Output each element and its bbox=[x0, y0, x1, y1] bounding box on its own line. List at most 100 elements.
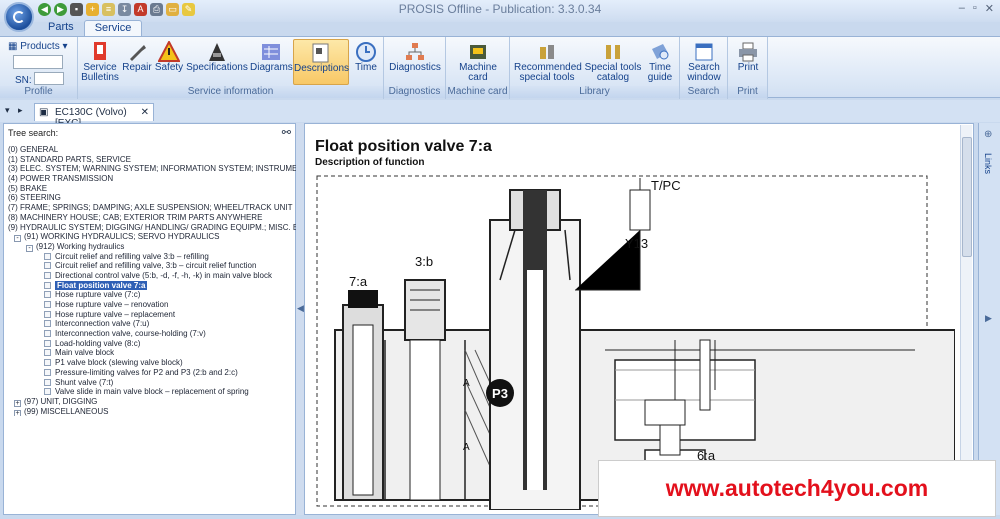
tree-item[interactable]: (3) ELEC. SYSTEM; WARNING SYSTEM; INFORM… bbox=[8, 164, 296, 174]
expander-icon[interactable]: + bbox=[14, 399, 21, 407]
hydraulic-diagram: P3 T/PC Y13 7:a 3:b A A 6:a bbox=[316, 175, 955, 510]
folder-icon[interactable]: ▭ bbox=[166, 3, 179, 16]
tree-item[interactable]: Directional control valve (5:b, -d, -f, … bbox=[8, 271, 296, 281]
time-button[interactable]: Time bbox=[351, 39, 381, 85]
tree-item[interactable]: Circuit relief and refilling valve, 3:b … bbox=[8, 261, 296, 271]
machine-card-button[interactable]: Machine card bbox=[452, 39, 504, 85]
app-menu-button[interactable] bbox=[4, 2, 34, 32]
tree-item[interactable]: (6) STEERING bbox=[8, 193, 296, 203]
expand-right-icon[interactable]: ▶ bbox=[985, 313, 992, 324]
add-icon[interactable]: + bbox=[86, 3, 99, 16]
close-tab-icon[interactable]: ✕ bbox=[141, 107, 149, 118]
group-machine-card: Machine card Machine card bbox=[446, 37, 510, 99]
tree-item[interactable]: (5) BRAKE bbox=[8, 184, 296, 194]
tree-item[interactable]: Hose rupture valve – replacement bbox=[8, 310, 296, 320]
tree-item[interactable]: (0) GENERAL bbox=[8, 145, 296, 155]
diagnostics-button[interactable]: Diagnostics bbox=[388, 39, 442, 85]
tree-item[interactable]: (8) MACHINERY HOUSE; CAB; EXTERIOR TRIM … bbox=[8, 213, 296, 223]
export-icon[interactable]: ↧ bbox=[118, 3, 131, 16]
tree-item[interactable]: (9) HYDRAULIC SYSTEM; DIGGING/ HANDLING/… bbox=[8, 223, 296, 233]
descriptions-button[interactable]: Descriptions bbox=[293, 39, 349, 85]
group-label-diagnostics: Diagnostics bbox=[384, 86, 445, 98]
panel-splitter[interactable]: ◀ bbox=[296, 123, 304, 515]
machine-tab-icon: ▣ bbox=[39, 107, 49, 118]
tree-item-label: Circuit relief and refilling valve, 3:b … bbox=[55, 261, 257, 271]
collapse-left-icon[interactable]: ◀ bbox=[297, 303, 304, 314]
document-icon bbox=[44, 349, 51, 357]
group-diagnostics: Diagnostics Diagnostics bbox=[384, 37, 446, 99]
links-tab[interactable]: Links bbox=[983, 153, 993, 174]
tree-item[interactable]: + (97) UNIT, DIGGING bbox=[8, 397, 296, 407]
group-label-profile: Profile bbox=[0, 86, 77, 98]
back-icon[interactable]: ◀ bbox=[38, 3, 51, 16]
print-button[interactable]: Print bbox=[732, 39, 764, 85]
service-bulletins-button[interactable]: Service Bulletins bbox=[80, 39, 120, 85]
tree-item-label: (5) BRAKE bbox=[8, 183, 48, 193]
tree-item[interactable]: Main valve block bbox=[8, 348, 296, 358]
time-guide-button[interactable]: Time guide bbox=[644, 39, 676, 85]
tree-item-label: Hose rupture valve – replacement bbox=[55, 309, 176, 319]
expander-icon[interactable]: - bbox=[26, 244, 33, 252]
tree-item-label: Interconnection valve, course-holding (7… bbox=[55, 329, 206, 339]
close-icon[interactable]: ✕ bbox=[985, 2, 994, 15]
tree-item-label: Hose rupture valve – renovation bbox=[55, 300, 169, 309]
sn-input[interactable] bbox=[34, 72, 64, 85]
repair-button[interactable]: Repair bbox=[122, 39, 152, 85]
tree-item[interactable]: Shunt valve (7:t) bbox=[8, 378, 296, 388]
document-icon bbox=[44, 368, 51, 376]
products-dropdown[interactable]: ▦ Products ▾ bbox=[8, 41, 68, 52]
label-p3: P3 bbox=[492, 386, 508, 401]
tree-item-label: (8) MACHINERY HOUSE; CAB; EXTERIOR TRIM … bbox=[8, 212, 263, 222]
forward-icon[interactable]: ▶ bbox=[54, 3, 67, 16]
minimize-icon[interactable]: – bbox=[959, 2, 965, 15]
tree-item[interactable]: Hose rupture valve (7:c) bbox=[8, 290, 296, 300]
recommended-special-tools-button[interactable]: Recommended special tools bbox=[514, 39, 582, 85]
tree-item[interactable]: - (912) Working hydraulics bbox=[8, 242, 296, 252]
pin-icon[interactable]: ⊕ bbox=[984, 129, 992, 140]
products-input[interactable] bbox=[13, 55, 63, 69]
diagrams-button[interactable]: Diagrams bbox=[250, 39, 293, 85]
binoculars-icon[interactable]: ⚯ bbox=[282, 126, 291, 139]
specifications-button[interactable]: Specifications bbox=[186, 39, 248, 85]
tree-item[interactable]: Pressure-limiting valves for P2 and P3 (… bbox=[8, 368, 296, 378]
home-icon[interactable]: ▪ bbox=[70, 3, 83, 16]
descriptions-icon bbox=[312, 43, 329, 63]
print-icon[interactable]: ⎙ bbox=[150, 3, 163, 16]
tree-item[interactable]: Valve slide in main valve block – replac… bbox=[8, 387, 296, 397]
tree-item[interactable]: Float position valve 7:a bbox=[8, 280, 296, 291]
tree-item[interactable]: (7) FRAME; SPRINGS; DAMPING; AXLE SUSPEN… bbox=[8, 203, 296, 213]
time-guide-icon bbox=[652, 44, 669, 60]
font-icon[interactable]: A bbox=[134, 3, 147, 16]
special-tools-catalog-button[interactable]: Special tools catalog bbox=[584, 39, 642, 85]
tab-pin-icon[interactable]: ▸ bbox=[18, 105, 23, 116]
tools-catalog-icon bbox=[606, 45, 620, 59]
tree-item[interactable]: Hose rupture valve – renovation bbox=[8, 300, 296, 310]
tree-item-label: Pressure-limiting valves for P2 and P3 (… bbox=[55, 367, 238, 377]
group-label-search: Search bbox=[680, 86, 727, 98]
tree-item[interactable]: - (91) WORKING HYDRAULICS; SERVO HYDRAULI… bbox=[8, 232, 296, 243]
tree-item[interactable]: + (99) MISCELLANEOUS bbox=[8, 407, 296, 417]
safety-button[interactable]: Safety bbox=[154, 39, 184, 85]
tab-list-icon[interactable]: ▾ bbox=[5, 105, 10, 116]
tab-service[interactable]: Service bbox=[83, 20, 143, 36]
tree-item[interactable]: Interconnection valve (7:u) bbox=[8, 319, 296, 329]
restore-icon[interactable]: ▫ bbox=[973, 2, 977, 15]
edit-icon[interactable]: ✎ bbox=[182, 3, 195, 16]
tree-item[interactable]: Interconnection valve, course-holding (7… bbox=[8, 329, 296, 339]
title-bar: PROSIS Offline - Publication: 3.3.0.34 ◀… bbox=[0, 0, 1000, 22]
expander-icon[interactable]: - bbox=[14, 235, 21, 243]
scrollbar-thumb[interactable] bbox=[962, 137, 972, 257]
tree-item[interactable]: P1 valve block (slewing valve block) bbox=[8, 358, 296, 368]
note-icon[interactable]: ≡ bbox=[102, 3, 115, 16]
window-controls: – ▫ ✕ bbox=[959, 2, 994, 15]
vertical-scrollbar[interactable] bbox=[960, 125, 972, 513]
search-window-button[interactable]: Search window bbox=[684, 39, 724, 85]
expander-icon[interactable]: + bbox=[14, 409, 21, 417]
quick-access-toolbar: ◀ ▶ ▪ + ≡ ↧ A ⎙ ▭ ✎ bbox=[38, 3, 195, 16]
tree-item[interactable]: Circuit relief and refilling valve 3:b –… bbox=[8, 252, 296, 262]
tree-item[interactable]: (1) STANDARD PARTS, SERVICE bbox=[8, 155, 296, 165]
tab-ec130c[interactable]: ▣ EC130C (Volvo) [EXC] ✕ bbox=[34, 103, 154, 129]
tree-item[interactable]: (4) POWER TRANSMISSION bbox=[8, 174, 296, 184]
tab-parts[interactable]: Parts bbox=[38, 20, 84, 36]
tree-item[interactable]: Load-holding valve (8:c) bbox=[8, 339, 296, 349]
